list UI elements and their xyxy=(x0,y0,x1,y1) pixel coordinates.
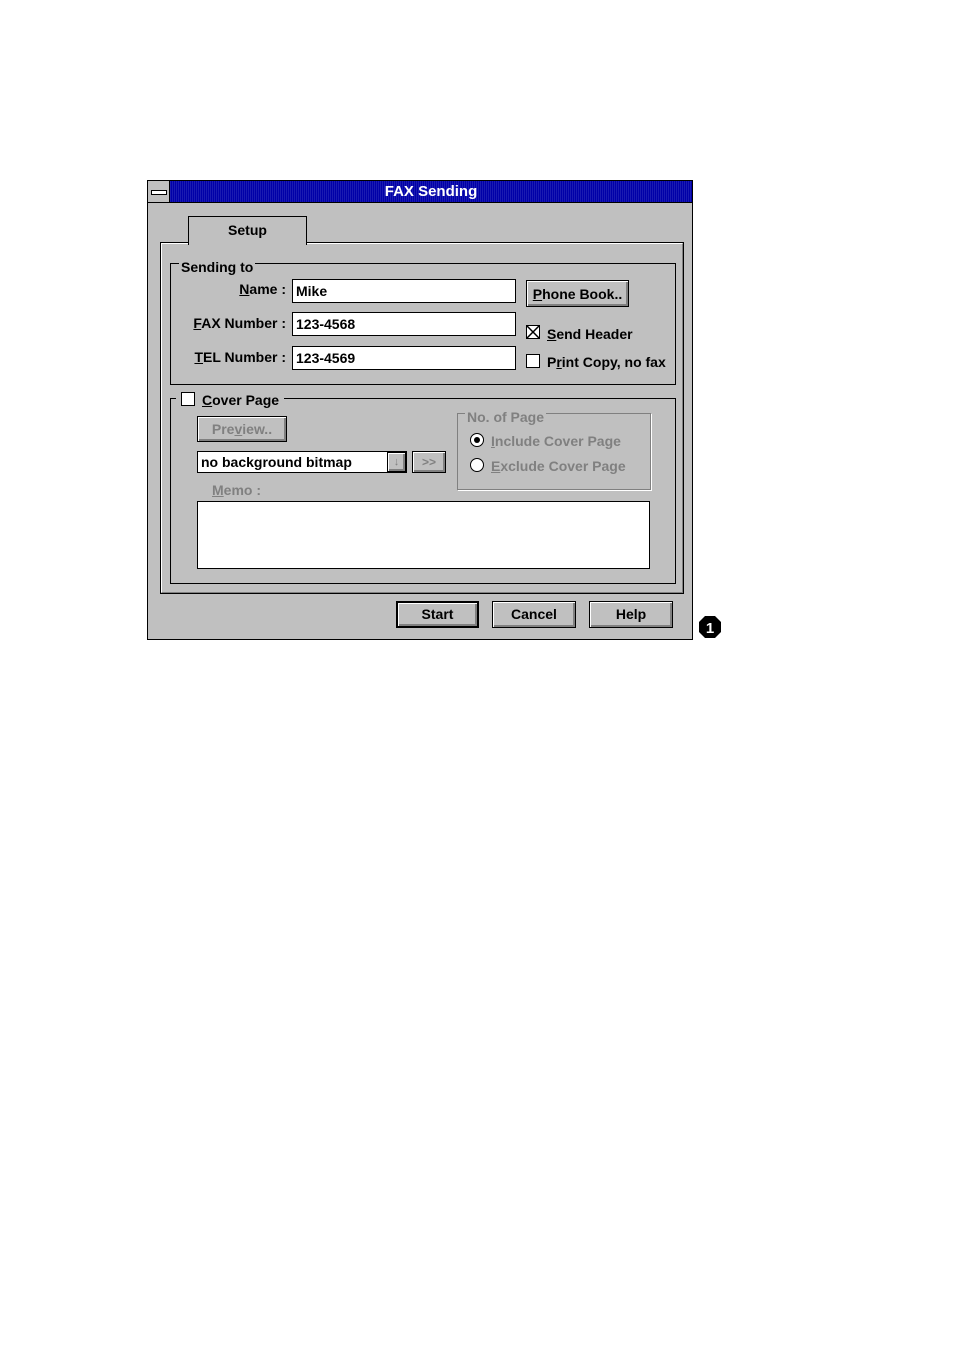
no-of-page-legend: No. of Page xyxy=(465,409,547,425)
fax-number-label: FAX Number : xyxy=(193,315,286,331)
check-x-icon xyxy=(527,326,539,338)
name-label: Name : xyxy=(239,281,286,297)
cover-page-label[interactable]: Cover Page xyxy=(202,391,279,409)
sending-to-legend: Sending to xyxy=(179,259,256,275)
system-menu-icon[interactable] xyxy=(148,181,170,202)
tel-number-field[interactable] xyxy=(292,346,516,370)
help-button[interactable]: Help xyxy=(589,601,673,628)
include-cover-label[interactable]: Include Cover Page xyxy=(491,432,621,450)
dropdown-arrow-button[interactable]: ↓ xyxy=(387,452,406,472)
exclude-cover-radio[interactable] xyxy=(470,458,484,472)
exclude-cover-label[interactable]: Exclude Cover Page xyxy=(491,457,626,475)
fax-sending-dialog: FAX Sending Setup Sending to Name : FAX … xyxy=(147,180,693,640)
chevron-down-icon: ↓ xyxy=(393,456,400,468)
memo-label: Memo : xyxy=(212,482,262,498)
name-field[interactable] xyxy=(292,279,516,303)
start-button[interactable]: Start xyxy=(396,601,479,628)
callout-marker: 1 xyxy=(698,615,722,639)
callout-badge-icon: 1 xyxy=(699,616,721,638)
tel-number-label: TEL Number : xyxy=(194,349,286,365)
memo-textarea[interactable] xyxy=(197,501,650,569)
window-title: FAX Sending xyxy=(384,183,478,200)
fax-number-field[interactable] xyxy=(292,312,516,336)
send-header-checkbox[interactable] xyxy=(526,325,540,339)
print-copy-checkbox[interactable] xyxy=(526,354,540,368)
cancel-button[interactable]: Cancel xyxy=(492,601,576,628)
preview-button[interactable]: Preview.. xyxy=(197,416,287,442)
print-copy-label[interactable]: Print Copy, no fax xyxy=(547,353,666,371)
tab-setup[interactable]: Setup xyxy=(188,216,307,245)
callout-number: 1 xyxy=(706,620,714,637)
title-bar[interactable]: FAX Sending xyxy=(148,181,692,203)
phone-book-button[interactable]: Phone Book.. xyxy=(526,280,629,307)
cover-page-checkbox[interactable] xyxy=(181,392,195,406)
send-header-label[interactable]: Send Header xyxy=(547,325,633,343)
background-bitmap-select[interactable]: no background bitmap xyxy=(197,451,407,473)
browse-button[interactable]: >> xyxy=(412,451,446,473)
include-cover-radio[interactable] xyxy=(470,433,484,447)
background-bitmap-value: no background bitmap xyxy=(201,454,352,470)
